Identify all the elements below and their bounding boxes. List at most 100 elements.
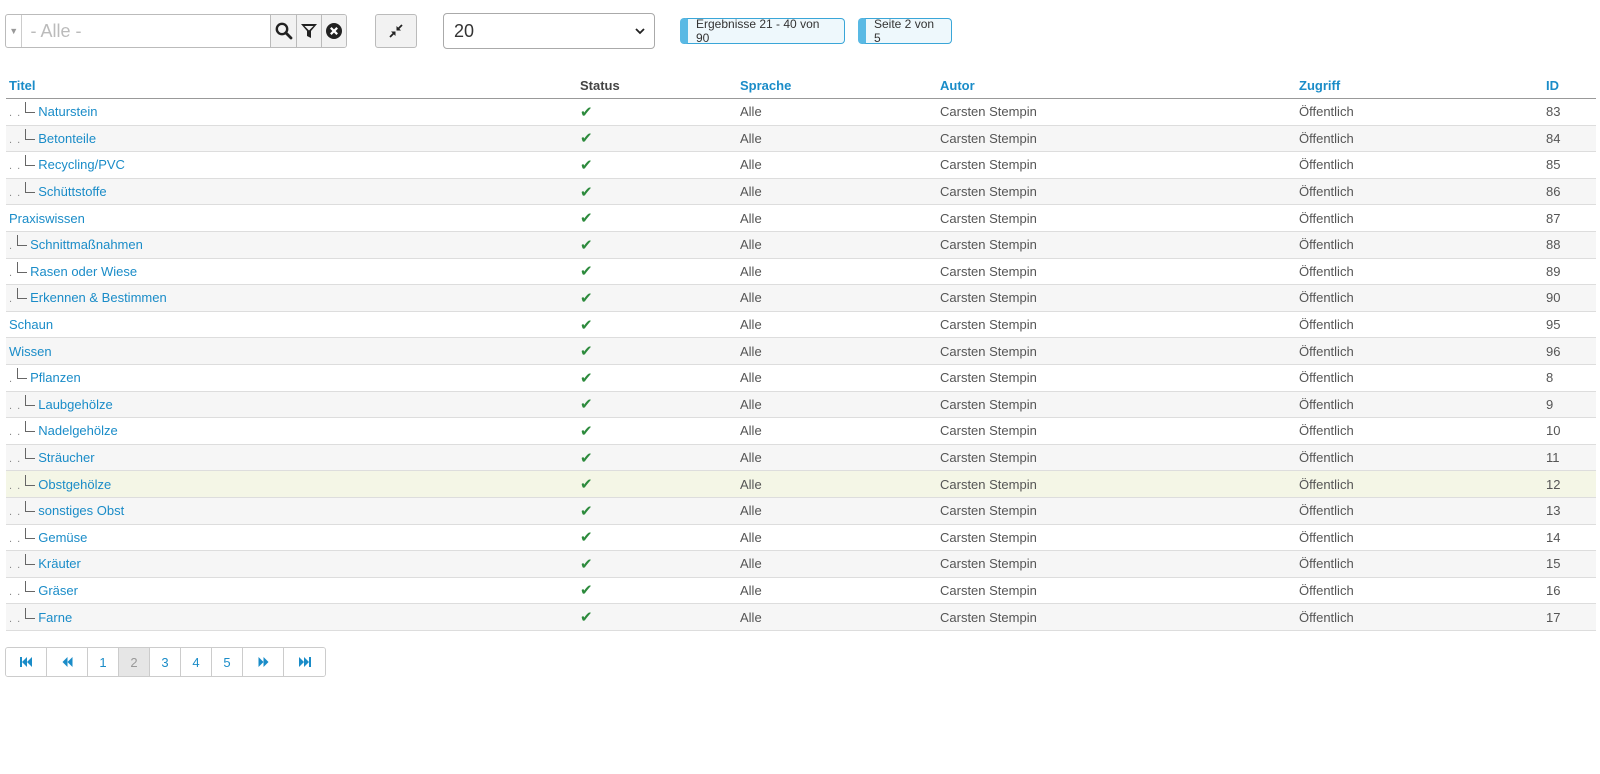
indent-dots: . . <box>9 107 26 120</box>
table-row: . Rasen oder Wiese ✔ Alle Carsten Stempin Öf… <box>6 258 1596 286</box>
category-title-link[interactable]: Praxiswissen <box>9 211 85 226</box>
published-check-icon[interactable]: ✔ <box>580 237 593 254</box>
page-button-2-active: 2 <box>119 648 150 676</box>
id-cell: 88 <box>1543 231 1596 259</box>
title-cell: . Erkennen & Bestimmen <box>6 284 577 312</box>
page-button-1[interactable]: 1 <box>88 648 119 676</box>
category-title-link[interactable]: Schaun <box>9 317 53 332</box>
search-input[interactable] <box>22 15 271 47</box>
category-title-link[interactable]: Recycling/PVC <box>38 157 125 172</box>
title-cell: . Rasen oder Wiese <box>6 258 577 286</box>
published-check-icon[interactable]: ✔ <box>580 130 593 147</box>
status-cell: ✔ <box>577 497 737 525</box>
category-title-link[interactable]: Sträucher <box>38 450 94 465</box>
page-button-5[interactable]: 5 <box>212 648 243 676</box>
first-page-button[interactable] <box>6 648 47 676</box>
published-check-icon[interactable]: ✔ <box>580 529 593 546</box>
category-title-link[interactable]: Laubgehölze <box>38 397 112 412</box>
published-check-icon[interactable]: ✔ <box>580 423 593 440</box>
language-cell: Alle <box>737 603 937 631</box>
author-cell: Carsten Stempin <box>937 204 1296 232</box>
published-check-icon[interactable]: ✔ <box>580 396 593 413</box>
column-header-title[interactable]: Titel <box>6 72 577 99</box>
category-title-link[interactable]: Erkennen & Bestimmen <box>30 290 167 305</box>
category-title-link[interactable]: Farne <box>38 610 72 625</box>
status-cell: ✔ <box>577 470 737 498</box>
published-check-icon[interactable]: ✔ <box>580 582 593 599</box>
status-cell: ✔ <box>577 178 737 206</box>
published-check-icon[interactable]: ✔ <box>580 290 593 307</box>
id-cell: 9 <box>1543 391 1596 419</box>
category-title-link[interactable]: Nadelgehölze <box>38 423 118 438</box>
category-title-link[interactable]: Betonteile <box>38 131 96 146</box>
author-cell: Carsten Stempin <box>937 98 1296 126</box>
access-cell: Öffentlich <box>1296 98 1543 126</box>
language-cell: Alle <box>737 178 937 206</box>
published-check-icon[interactable]: ✔ <box>580 609 593 626</box>
results-count-badge: Ergebnisse 21 - 40 von 90 <box>680 17 845 45</box>
published-check-icon[interactable]: ✔ <box>580 450 593 467</box>
column-header-access[interactable]: Zugriff <box>1296 72 1543 99</box>
status-cell: ✔ <box>577 577 737 605</box>
language-cell: Alle <box>737 311 937 339</box>
access-cell: Öffentlich <box>1296 603 1543 631</box>
published-check-icon[interactable]: ✔ <box>580 370 593 387</box>
compress-arrows-icon <box>389 24 403 38</box>
category-title-link[interactable]: Naturstein <box>38 104 97 119</box>
last-page-button[interactable] <box>284 648 325 676</box>
previous-page-button[interactable] <box>47 648 88 676</box>
indent-dots: . . <box>9 559 26 572</box>
clear-button[interactable] <box>320 15 346 47</box>
page-button-4[interactable]: 4 <box>181 648 212 676</box>
status-cell: ✔ <box>577 125 737 153</box>
tree-branch-icon <box>25 128 36 140</box>
published-check-icon[interactable]: ✔ <box>580 317 593 334</box>
category-title-link[interactable]: Rasen oder Wiese <box>30 264 137 279</box>
column-header-author[interactable]: Autor <box>937 72 1296 99</box>
column-header-language[interactable]: Sprache <box>737 72 937 99</box>
category-title-link[interactable]: Schüttstoffe <box>38 184 106 199</box>
published-check-icon[interactable]: ✔ <box>580 503 593 520</box>
status-cell: ✔ <box>577 417 737 445</box>
published-check-icon[interactable]: ✔ <box>580 343 593 360</box>
indent-dots: . <box>9 266 18 279</box>
published-check-icon[interactable]: ✔ <box>580 263 593 280</box>
language-cell: Alle <box>737 204 937 232</box>
search-options-dropdown[interactable]: ▼ <box>6 15 23 47</box>
category-title-link[interactable]: Schnittmaßnahmen <box>30 237 143 252</box>
table-header-row: Titel Status Sprache Autor Zugriff ID <box>6 72 1596 99</box>
language-cell: Alle <box>737 470 937 498</box>
list-limit-select[interactable]: 20 <box>443 13 655 49</box>
first-page-icon <box>20 657 32 667</box>
published-check-icon[interactable]: ✔ <box>580 556 593 573</box>
category-title-link[interactable]: Kräuter <box>38 556 81 571</box>
language-cell: Alle <box>737 337 937 365</box>
access-cell: Öffentlich <box>1296 391 1543 419</box>
table-row: . . Gräser ✔ Alle Carsten Stempin Öffentlich… <box>6 577 1596 605</box>
chevron-down-icon <box>635 28 645 35</box>
column-header-id[interactable]: ID <box>1543 72 1596 99</box>
category-title-link[interactable]: Gemüse <box>38 530 87 545</box>
page-count-badge: Seite 2 von 5 <box>858 17 952 45</box>
published-check-icon[interactable]: ✔ <box>580 104 593 121</box>
category-title-link[interactable]: sonstiges Obst <box>38 503 124 518</box>
published-check-icon[interactable]: ✔ <box>580 210 593 227</box>
category-title-link[interactable]: Wissen <box>9 344 52 359</box>
search-button[interactable] <box>270 15 296 47</box>
published-check-icon[interactable]: ✔ <box>580 476 593 493</box>
status-cell: ✔ <box>577 204 737 232</box>
next-page-button[interactable] <box>243 648 284 676</box>
category-title-link[interactable]: Gräser <box>38 583 78 598</box>
published-check-icon[interactable]: ✔ <box>580 184 593 201</box>
language-cell: Alle <box>737 231 937 259</box>
category-title-link[interactable]: Obstgehölze <box>38 477 111 492</box>
indent-dots: . . <box>9 612 26 625</box>
title-cell: . . Laubgehölze <box>6 391 577 419</box>
language-cell: Alle <box>737 258 937 286</box>
language-cell: Alle <box>737 417 937 445</box>
page-button-3[interactable]: 3 <box>150 648 181 676</box>
filter-options-button[interactable] <box>295 15 321 47</box>
collapse-all-button[interactable] <box>375 14 417 48</box>
published-check-icon[interactable]: ✔ <box>580 157 593 174</box>
category-title-link[interactable]: Pflanzen <box>30 370 81 385</box>
